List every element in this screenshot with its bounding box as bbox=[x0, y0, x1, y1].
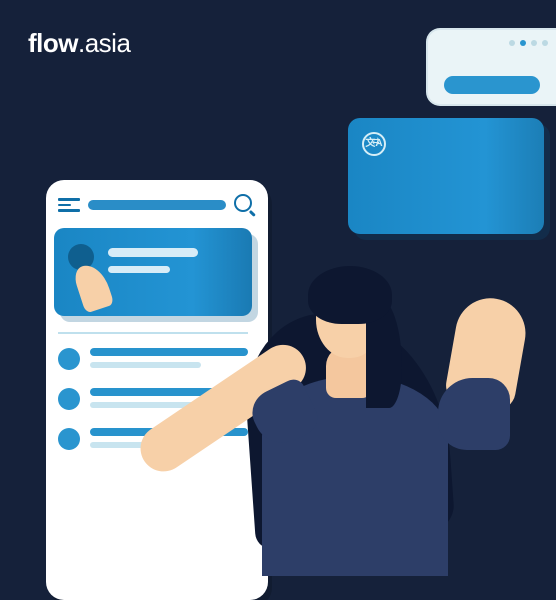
card-subline bbox=[108, 266, 170, 273]
brand-bold: flow bbox=[28, 28, 78, 58]
bullet-icon bbox=[58, 428, 80, 450]
brand-light: .asia bbox=[78, 28, 130, 58]
pager-dots bbox=[509, 40, 548, 46]
woman-illustration bbox=[208, 226, 508, 556]
bullet-icon bbox=[58, 348, 80, 370]
menu-icon[interactable] bbox=[58, 198, 80, 212]
search-icon[interactable] bbox=[234, 194, 256, 216]
brand-logo: flow.asia bbox=[28, 28, 130, 59]
browser-peek-card bbox=[426, 28, 556, 106]
title-bar bbox=[88, 200, 226, 210]
translate-icon: 文A bbox=[362, 132, 386, 156]
bullet-icon bbox=[58, 388, 80, 410]
pill-bar bbox=[444, 76, 540, 94]
translate-card[interactable]: 文A bbox=[348, 118, 544, 234]
card-line bbox=[108, 248, 198, 257]
